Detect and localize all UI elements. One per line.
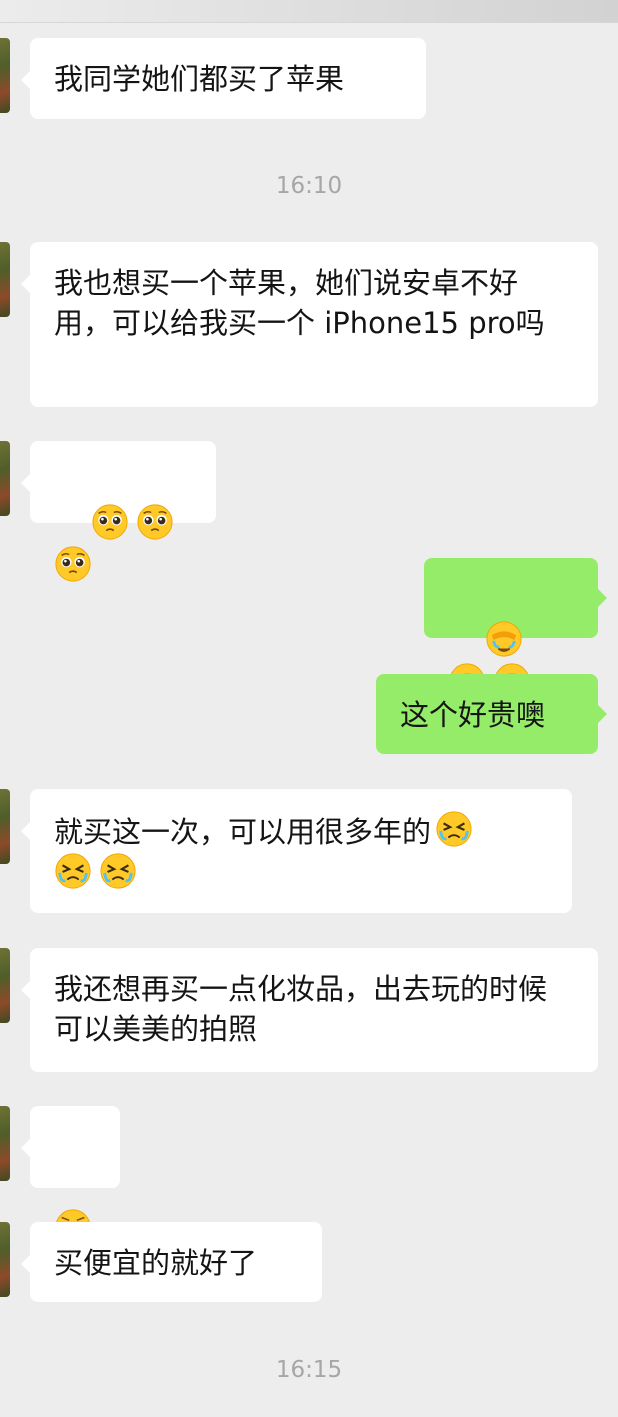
facepalm-crying-icon <box>486 621 522 657</box>
squinting-crying-face-icon <box>55 853 91 889</box>
avatar[interactable] <box>0 948 10 1023</box>
message-text: 就买这一次，可以用很多年的 <box>54 815 432 849</box>
pleading-face-icon <box>92 504 128 540</box>
squinting-crying-face-icon <box>100 853 136 889</box>
avatar[interactable] <box>0 1222 10 1297</box>
message-bubble[interactable]: 我也想买一个苹果，她们说安卓不好用，可以给我买一个 iPhone15 pro吗 <box>21 242 598 407</box>
message-bubble[interactable]: 买便宜的就好了 <box>21 1222 322 1302</box>
message-text: 我也想买一个苹果，她们说安卓不好用，可以给我买一个 iPhone15 pro吗 <box>54 266 545 340</box>
avatar[interactable] <box>0 441 10 516</box>
message-text: 我同学她们都买了苹果 <box>54 62 345 96</box>
message-bubble[interactable]: 这个好贵噢 <box>376 674 607 754</box>
avatar[interactable] <box>0 789 10 864</box>
message-text: 我还想再买一点化妆品，出去玩的时候可以美美的拍照 <box>54 972 548 1046</box>
pleading-face-icon <box>137 504 173 540</box>
avatar[interactable] <box>0 1106 10 1181</box>
squinting-crying-face-icon <box>436 811 472 847</box>
pleading-face-icon <box>55 546 91 582</box>
message-text: 买便宜的就好了 <box>54 1246 258 1280</box>
message-bubble[interactable] <box>424 558 607 699</box>
avatar[interactable] <box>0 38 10 113</box>
message-bubble[interactable]: 我还想再买一点化妆品，出去玩的时候可以美美的拍照 <box>21 948 598 1072</box>
top-bar <box>0 0 618 23</box>
timestamp: 16:15 <box>275 1357 343 1383</box>
timestamp: 16:10 <box>275 173 343 199</box>
message-bubble[interactable]: 就买这一次，可以用很多年的 <box>21 789 572 913</box>
message-bubble[interactable] <box>21 441 216 582</box>
message-text: 这个好贵噢 <box>400 698 546 732</box>
avatar[interactable] <box>0 242 10 317</box>
message-bubble[interactable] <box>21 1106 120 1245</box>
message-bubble[interactable]: 我同学她们都买了苹果 <box>21 38 426 119</box>
